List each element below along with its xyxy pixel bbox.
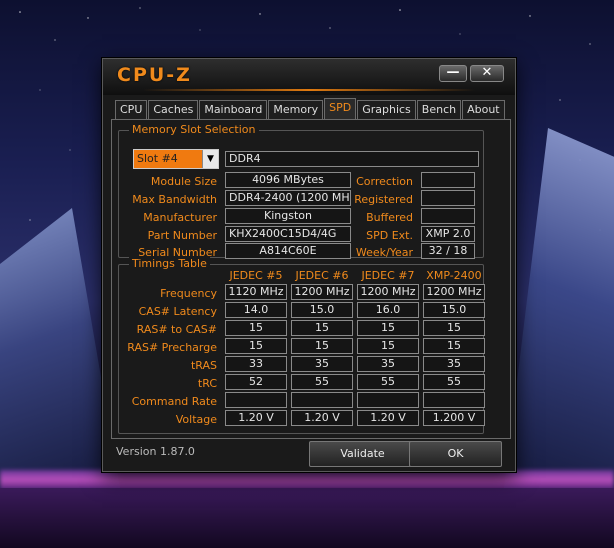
- timings-cell: 1.200 V: [423, 410, 485, 426]
- title-bar[interactable]: CPU-Z — ✕: [103, 59, 515, 95]
- tab-cpu[interactable]: CPU: [115, 100, 148, 119]
- validate-button[interactable]: Validate: [309, 441, 416, 467]
- memory-type-field: DDR4: [225, 151, 479, 167]
- timings-cell: [357, 392, 419, 408]
- week-year-label: Week/Year: [355, 246, 413, 259]
- timings-cell: 1200 MHz: [423, 284, 485, 300]
- tab-memory[interactable]: Memory: [268, 100, 324, 119]
- app-logo: CPU-Z: [117, 64, 192, 86]
- timings-row-label: tRC: [197, 377, 217, 390]
- timings-group-title: Timings Table: [129, 257, 210, 270]
- tab-spd[interactable]: SPD: [324, 98, 357, 119]
- timings-cell: 1.20 V: [357, 410, 419, 426]
- module-size-label: Module Size: [150, 175, 217, 188]
- correction-label: Correction: [356, 175, 413, 188]
- timings-row-label: CAS# Latency: [138, 305, 217, 318]
- timings-cell: 1.20 V: [291, 410, 353, 426]
- week-year-value: 32 / 18: [421, 243, 475, 259]
- timings-cell: 15: [225, 338, 287, 354]
- serial-number-value: A814C60E: [225, 243, 351, 259]
- timings-cell: 55: [291, 374, 353, 390]
- timings-cell: 15.0: [291, 302, 353, 318]
- timings-cell: 15: [225, 320, 287, 336]
- manufacturer-label: Manufacturer: [143, 211, 217, 224]
- timings-cell: 35: [423, 356, 485, 372]
- part-number-label: Part Number: [147, 229, 217, 242]
- close-icon: ✕: [481, 65, 493, 80]
- footer: Version 1.87.0 Validate OK: [103, 441, 515, 471]
- timings-cell: 35: [291, 356, 353, 372]
- timings-cell: 35: [357, 356, 419, 372]
- version-text: Version 1.87.0: [116, 445, 195, 458]
- correction-value: [421, 172, 475, 188]
- tab-about[interactable]: About: [462, 100, 505, 119]
- timings-cell: 14.0: [225, 302, 287, 318]
- minimize-button[interactable]: —: [439, 65, 467, 82]
- part-number-value: KHX2400C15D4/4G: [225, 226, 351, 242]
- cpuz-window: CPU-Z — ✕ CPU Caches Mainboard Memory SP…: [102, 58, 516, 472]
- module-size-value: 4096 MBytes: [225, 172, 351, 188]
- slot-dropdown-value: Slot #4: [137, 152, 178, 165]
- timings-cell: 16.0: [357, 302, 419, 318]
- timings-row-label: RAS# Precharge: [127, 341, 217, 354]
- ground-plane: [0, 488, 614, 548]
- spd-ext-label: SPD Ext.: [366, 229, 413, 242]
- timings-cell: 1120 MHz: [225, 284, 287, 300]
- tab-caches[interactable]: Caches: [148, 100, 199, 119]
- timings-cell: 15: [423, 320, 485, 336]
- timings-cell: 55: [423, 374, 485, 390]
- max-bandwidth-value: DDR4-2400 (1200 MHz): [225, 190, 351, 206]
- timings-cell: [423, 392, 485, 408]
- timings-column-header: JEDEC #6: [295, 269, 349, 282]
- timings-cell: 15: [357, 338, 419, 354]
- timings-cell: 15: [423, 338, 485, 354]
- slot-dropdown[interactable]: Slot #4 ▼: [133, 149, 219, 169]
- timings-cell: 15: [357, 320, 419, 336]
- timings-row-label: Command Rate: [131, 395, 217, 408]
- tab-bench[interactable]: Bench: [416, 100, 462, 119]
- timings-column-header: JEDEC #7: [361, 269, 415, 282]
- title-glow: [143, 89, 475, 91]
- timings-column-header: JEDEC #5: [229, 269, 283, 282]
- timings-row-label: Frequency: [160, 287, 217, 300]
- timings-cell: 1200 MHz: [291, 284, 353, 300]
- close-button[interactable]: ✕: [470, 65, 504, 82]
- memory-slot-group: Memory Slot Selection Slot #4 ▼ DDR4 Mod…: [118, 123, 484, 259]
- timings-cell: 33: [225, 356, 287, 372]
- tab-graphics[interactable]: Graphics: [357, 100, 416, 119]
- tab-mainboard[interactable]: Mainboard: [199, 100, 268, 119]
- timings-row-label: RAS# to CAS#: [136, 323, 217, 336]
- mountain-right: [504, 128, 614, 488]
- horizon-glow: [0, 470, 614, 490]
- minimize-icon: —: [446, 65, 460, 80]
- spd-ext-value: XMP 2.0: [421, 226, 475, 242]
- max-bandwidth-label: Max Bandwidth: [132, 193, 217, 206]
- timings-cell: 1200 MHz: [357, 284, 419, 300]
- ok-button[interactable]: OK: [409, 441, 502, 467]
- timings-group: Timings Table JEDEC #5 JEDEC #6 JEDEC #7 XM…: [118, 257, 485, 434]
- timings-column-header: XMP-2400: [426, 269, 482, 282]
- buffered-label: Buffered: [366, 211, 413, 224]
- timings-cell: 15.0: [423, 302, 485, 318]
- timings-cell: 1.20 V: [225, 410, 287, 426]
- chevron-down-icon[interactable]: ▼: [202, 150, 218, 168]
- timings-row-label: Voltage: [175, 413, 217, 426]
- registered-label: Registered: [354, 193, 413, 206]
- registered-value: [421, 190, 475, 206]
- timings-cell: [291, 392, 353, 408]
- tab-bar: CPU Caches Mainboard Memory SPD Graphics…: [115, 98, 506, 119]
- timings-row-label: tRAS: [190, 359, 217, 372]
- buffered-value: [421, 208, 475, 224]
- memory-slot-group-title: Memory Slot Selection: [129, 123, 259, 136]
- timings-cell: 55: [357, 374, 419, 390]
- manufacturer-value: Kingston: [225, 208, 351, 224]
- timings-cell: 15: [291, 338, 353, 354]
- spd-panel: Memory Slot Selection Slot #4 ▼ DDR4 Mod…: [111, 119, 511, 439]
- timings-cell: 52: [225, 374, 287, 390]
- timings-cell: [225, 392, 287, 408]
- timings-cell: 15: [291, 320, 353, 336]
